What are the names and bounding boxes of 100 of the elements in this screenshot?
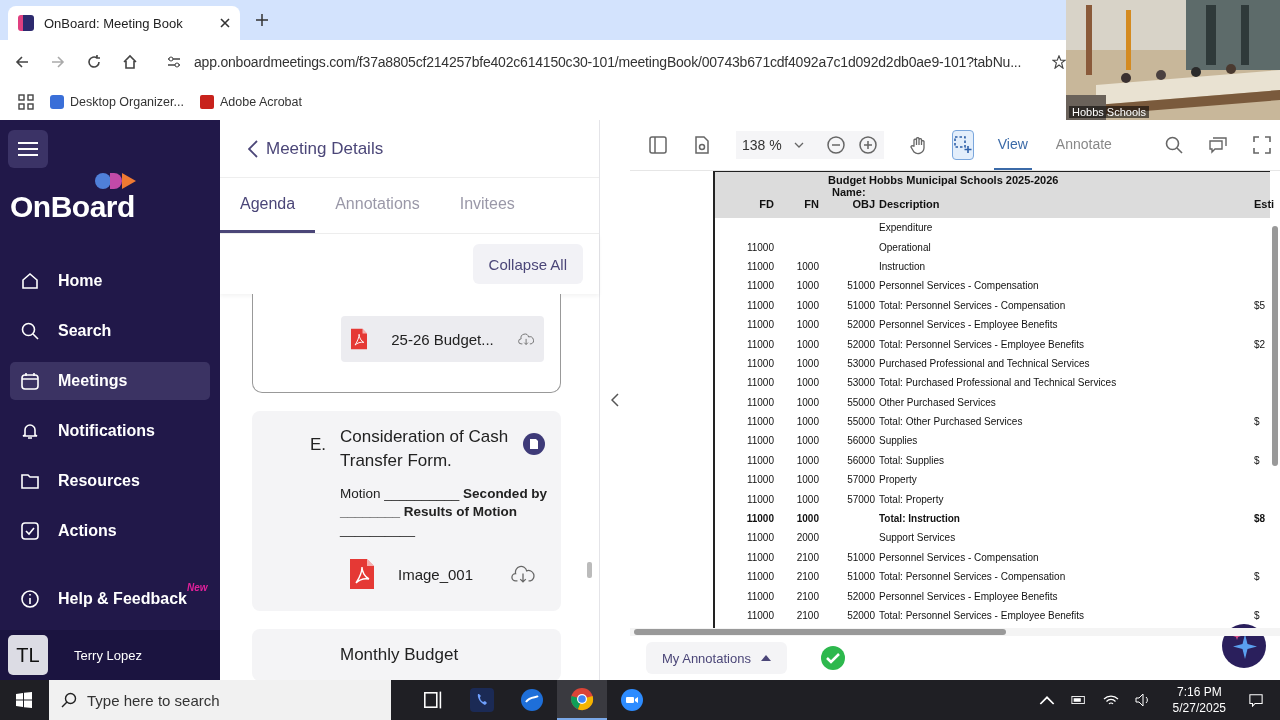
table-cell: 56000 — [847, 454, 875, 466]
table-cell: Personnel Services - Employee Benefits — [879, 319, 1058, 331]
nav-item[interactable]: Meetings — [10, 362, 210, 400]
cloud-download-icon[interactable] — [511, 564, 535, 584]
zoom-level[interactable]: 138 % — [742, 137, 782, 153]
table-cell: 2100 — [796, 590, 819, 602]
user-avatar[interactable]: TL — [8, 635, 48, 675]
table-cell: 2100 — [796, 571, 819, 583]
table-cell: 53000 — [847, 357, 875, 369]
pdf-file-icon — [350, 559, 374, 589]
comments-icon[interactable] — [1207, 135, 1228, 155]
collapse-panel-icon[interactable] — [611, 393, 619, 407]
user-name: Terry Lopez — [74, 647, 142, 663]
table-cell: 56000 — [847, 435, 875, 447]
attachment[interactable]: Image_001 — [340, 551, 545, 597]
apps-grid-icon[interactable] — [18, 94, 34, 110]
site-settings-icon[interactable] — [166, 54, 182, 70]
bookmark[interactable]: Desktop Organizer... — [50, 95, 184, 109]
agenda-item-title[interactable]: Monthly Budget — [340, 643, 545, 667]
table-cell: 1000 — [796, 416, 819, 428]
browser-tab[interactable]: OnBoard: Meeting Book — [8, 6, 240, 40]
folder-icon — [20, 471, 40, 491]
zoom-out-icon[interactable] — [825, 135, 846, 155]
agenda-tab[interactable]: Agenda — [220, 178, 316, 233]
notifications-icon[interactable] — [1248, 693, 1264, 707]
table-cell: 11000 — [746, 416, 774, 428]
table-cell: 1000 — [796, 377, 819, 389]
sidebar-toggle-icon[interactable] — [648, 135, 668, 155]
table-cell: 55000 — [847, 396, 875, 408]
my-annotations-button[interactable]: My Annotations — [646, 642, 787, 674]
star-icon[interactable] — [1052, 55, 1066, 69]
table-cell: 1000 — [796, 280, 819, 292]
logo: OnBoard — [10, 190, 135, 224]
chrome-browser-icon[interactable] — [570, 687, 594, 711]
logo-icon — [94, 172, 138, 190]
menu-button[interactable] — [8, 130, 48, 168]
calendar-icon — [20, 371, 40, 391]
clock-date: 5/27/2025 — [1172, 700, 1226, 716]
help-feedback-item[interactable]: Help & Feedback New — [10, 580, 212, 618]
table-cell: 11000 — [746, 493, 774, 505]
agenda-item-title[interactable]: Consideration of Cash Transfer Form. — [340, 425, 523, 473]
table-cell: 1000 — [796, 435, 819, 447]
sparkle-button-icon[interactable] — [1222, 624, 1266, 668]
bookmark[interactable]: Adobe Acrobat — [199, 95, 302, 109]
dropdown-caret-icon[interactable] — [793, 142, 804, 148]
check-circle-icon — [820, 646, 845, 670]
attachment[interactable]: 25-26 Budget... — [341, 316, 544, 362]
collapse-all-button[interactable]: Collapse All — [472, 244, 583, 284]
table-cell: 51000 — [847, 299, 875, 311]
taskbar-search-field[interactable]: Type here to search — [49, 680, 391, 720]
caret-up-icon — [760, 655, 771, 661]
fullscreen-icon[interactable] — [1251, 135, 1272, 155]
nav-item[interactable]: Search — [10, 312, 210, 350]
battery-icon[interactable] — [1070, 693, 1087, 707]
scrollbar-thumb[interactable] — [634, 629, 1006, 635]
table-cell: 11000 — [746, 241, 774, 253]
nav-item[interactable]: Actions — [10, 512, 210, 550]
mode-tab[interactable]: Annotate — [1051, 120, 1116, 170]
sphere-app-icon[interactable] — [520, 688, 544, 712]
table-cell: 1000 — [796, 319, 819, 331]
zoom-in-icon[interactable] — [857, 135, 878, 155]
back-icon[interactable] — [14, 54, 30, 70]
clock-time: 7:16 PM — [1176, 684, 1222, 700]
close-icon[interactable] — [220, 18, 230, 28]
home-icon[interactable] — [122, 54, 138, 70]
table-cell: $8 — [1254, 513, 1266, 525]
video-call-app-icon[interactable] — [620, 688, 644, 712]
scrollbar-thumb[interactable] — [1272, 226, 1278, 466]
table-cell: 11000 — [746, 396, 774, 408]
table-cell: Total: Property — [879, 493, 944, 505]
document-icon[interactable] — [523, 433, 545, 455]
wifi-icon[interactable] — [1102, 693, 1119, 707]
scrollbar-thumb[interactable] — [587, 562, 592, 578]
windows-start-icon[interactable] — [16, 692, 32, 708]
back-chevron-icon — [248, 139, 258, 158]
reload-icon[interactable] — [86, 54, 102, 70]
table-cell: Total: Supplies — [879, 454, 945, 466]
column-header: FD — [758, 198, 774, 210]
mode-tab[interactable]: View — [993, 120, 1032, 170]
table-cell: Supplies — [879, 435, 918, 447]
page-settings-icon[interactable] — [692, 135, 712, 155]
search-icon[interactable] — [1163, 135, 1184, 155]
table-cell: 1000 — [796, 493, 819, 505]
info-icon — [20, 589, 40, 609]
phone-app-icon[interactable] — [470, 688, 494, 712]
nav-item[interactable]: Home — [10, 262, 210, 300]
table-cell: $ — [1254, 610, 1260, 621]
motion-text: Motion __________ Seconded by ________ Results of Motion __________ — [340, 485, 549, 539]
speaker-icon[interactable] — [1134, 693, 1151, 707]
hand-icon[interactable] — [907, 135, 928, 155]
table-cell: Support Services — [879, 532, 956, 544]
new-tab-icon[interactable] — [256, 14, 268, 26]
table-cell: Personnel Services - Compensation — [879, 280, 1039, 292]
tab-title: OnBoard: Meeting Book — [44, 15, 184, 31]
nav-item[interactable]: Resources — [10, 462, 210, 500]
area-select-button[interactable] — [951, 130, 974, 160]
table-cell: 1000 — [796, 357, 819, 369]
table-cell: 55000 — [847, 416, 875, 428]
table-cell: 1000 — [796, 513, 819, 525]
nav-item[interactable]: Notifications — [10, 412, 210, 450]
